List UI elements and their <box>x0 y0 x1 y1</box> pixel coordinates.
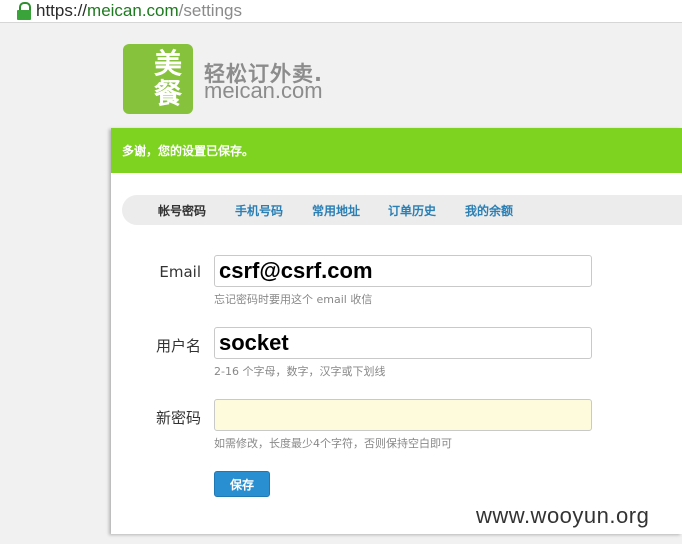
lock-icon <box>16 2 32 20</box>
save-success-notice: 多谢，您的设置已保存。 <box>111 128 682 173</box>
new-password-label: 新密码 <box>155 409 201 427</box>
settings-panel: 多谢，您的设置已保存。 帐号密码 手机号码 常用地址 订单历史 我的余额 Ema… <box>111 128 682 534</box>
url-host: meican.com <box>87 1 179 20</box>
logo-char-1: 美 <box>153 47 182 80</box>
url-text[interactable]: https://meican.com/settings <box>36 1 242 21</box>
site-domain: meican.com <box>204 78 323 103</box>
watermark: www.wooyun.org <box>476 503 650 528</box>
email-field[interactable] <box>214 255 592 287</box>
email-hint: 忘记密码时要用这个 email 收信 <box>214 293 373 306</box>
tab-balance[interactable]: 我的余额 <box>465 202 513 219</box>
tab-phone-number[interactable]: 手机号码 <box>235 202 283 219</box>
url-scheme: https:// <box>36 1 88 20</box>
new-password-field[interactable] <box>214 399 592 431</box>
email-label: Email <box>159 263 201 281</box>
username-field[interactable] <box>214 327 592 359</box>
tab-account-password[interactable]: 帐号密码 <box>158 202 206 219</box>
settings-tabs: 帐号密码 手机号码 常用地址 订单历史 我的余额 <box>122 195 682 225</box>
site-logo[interactable]: 美 餐 <box>123 44 193 114</box>
save-button[interactable]: 保存 <box>214 471 270 497</box>
new-password-hint: 如需修改，长度最少4个字符，否则保持空白即可 <box>214 437 452 450</box>
url-path: /settings <box>178 1 242 20</box>
tab-order-history[interactable]: 订单历史 <box>388 202 436 219</box>
tab-addresses[interactable]: 常用地址 <box>312 202 360 219</box>
logo-char-2: 餐 <box>153 77 182 110</box>
username-label: 用户名 <box>155 337 201 355</box>
address-bar[interactable]: https://meican.com/settings <box>0 0 682 23</box>
username-hint: 2-16 个字母，数字，汉字或下划线 <box>214 365 386 378</box>
